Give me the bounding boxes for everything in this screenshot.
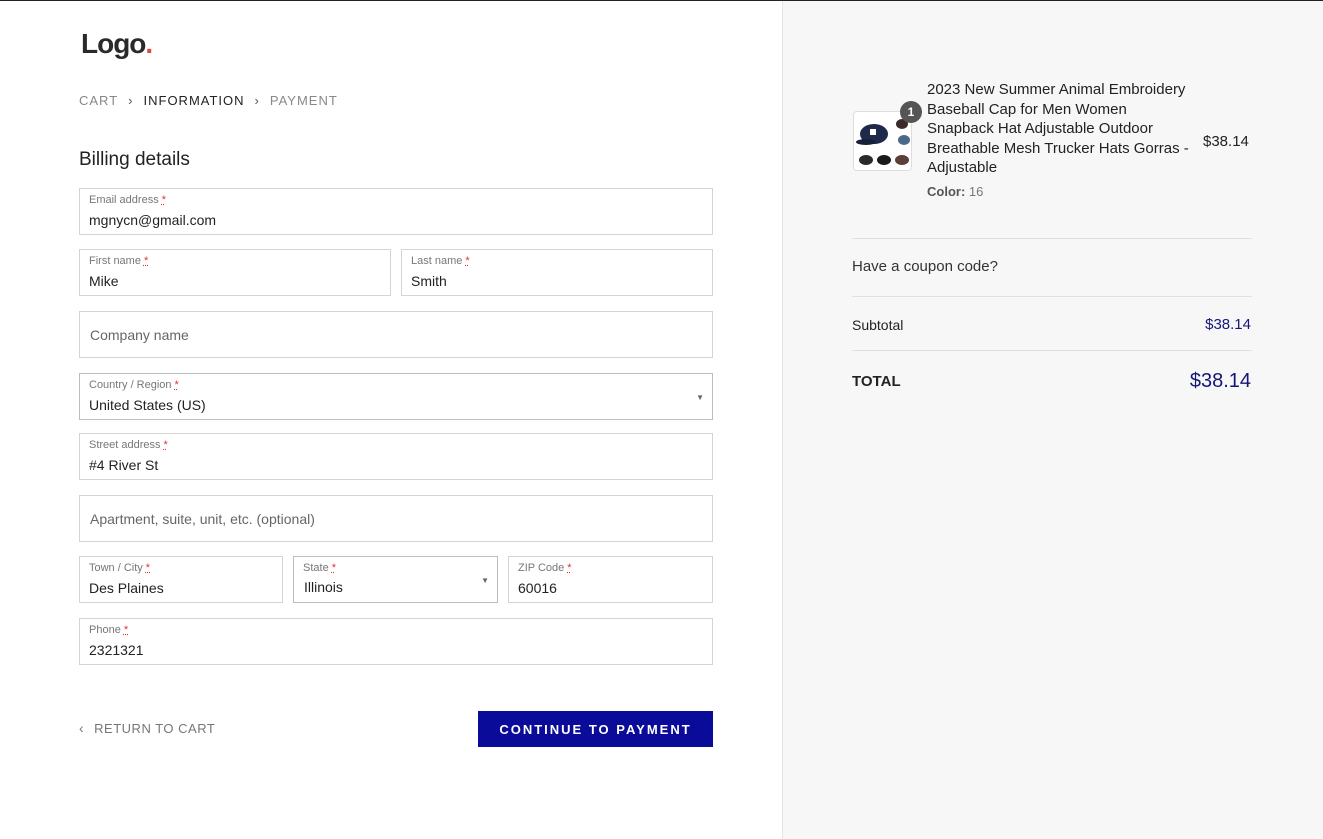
email-field[interactable]: Email address * mgnycn@gmail.com	[79, 188, 713, 235]
zip-code-label: ZIP Code *	[518, 562, 572, 574]
baseball-cap-image	[854, 112, 911, 170]
street-address-label: Street address *	[89, 439, 168, 451]
street-address-value[interactable]: #4 River St	[89, 457, 158, 473]
total-value: $38.14	[1189, 370, 1251, 392]
continue-to-payment-button[interactable]: CONTINUE TO PAYMENT	[478, 711, 713, 747]
phone-value[interactable]: 2321321	[89, 642, 144, 658]
first-name-field[interactable]: First name * Mike	[79, 249, 391, 296]
zip-code-value[interactable]: 60016	[518, 580, 557, 596]
product-color-value: 16	[968, 184, 984, 199]
city-value[interactable]: Des Plaines	[89, 580, 164, 596]
chevron-right-icon: ›	[254, 93, 260, 108]
divider	[852, 296, 1252, 297]
email-value[interactable]: mgnycn@gmail.com	[89, 212, 216, 228]
logo-dot: .	[145, 28, 153, 59]
country-label: Country / Region *	[89, 379, 179, 391]
chevron-left-icon: ‹	[79, 720, 85, 736]
breadcrumb-payment: PAYMENT	[269, 93, 338, 108]
company-name-placeholder: Company name	[90, 327, 189, 343]
caret-down-icon: ▼	[696, 393, 704, 402]
chevron-right-icon: ›	[128, 93, 134, 108]
breadcrumb: CART › INFORMATION › PAYMENT	[79, 93, 338, 108]
state-label: State *	[303, 562, 336, 574]
checkout-form-column: Logo. CART › INFORMATION › PAYMENT Billi…	[0, 1, 782, 839]
company-name-field[interactable]: Company name	[79, 311, 713, 358]
first-name-value[interactable]: Mike	[89, 273, 119, 289]
logo-text: Logo	[81, 28, 146, 59]
billing-details-title: Billing details	[79, 149, 190, 170]
order-summary-column: 1 2023 New Summer Animal Embroidery Base…	[782, 1, 1323, 839]
return-to-cart-label: RETURN TO CART	[94, 720, 216, 736]
apartment-placeholder: Apartment, suite, unit, etc. (optional)	[90, 511, 315, 527]
caret-down-icon: ▼	[481, 576, 489, 585]
product-color: Color: 16	[927, 184, 983, 199]
zip-code-field[interactable]: ZIP Code * 60016	[508, 556, 713, 603]
last-name-field[interactable]: Last name * Smith	[401, 249, 713, 296]
subtotal-value: $38.14	[1205, 316, 1251, 333]
state-value: Illinois	[304, 579, 343, 595]
return-to-cart-link[interactable]: ‹ RETURN TO CART	[79, 720, 215, 736]
breadcrumb-cart[interactable]: CART	[79, 93, 118, 108]
coupon-code-link[interactable]: Have a coupon code?	[852, 258, 998, 275]
phone-field[interactable]: Phone * 2321321	[79, 618, 713, 665]
street-address-field[interactable]: Street address * #4 River St	[79, 433, 713, 480]
subtotal-label: Subtotal	[852, 317, 904, 333]
country-value: United States (US)	[89, 397, 206, 413]
product-color-label: Color:	[927, 184, 966, 199]
product-price: $38.14	[1203, 133, 1249, 150]
divider	[852, 238, 1252, 239]
product-name: 2023 New Summer Animal Embroidery Baseba…	[927, 81, 1189, 176]
first-name-label: First name *	[89, 255, 149, 267]
quantity-badge: 1	[900, 101, 922, 123]
logo[interactable]: Logo.	[81, 28, 153, 60]
last-name-label: Last name *	[411, 255, 470, 267]
breadcrumb-information: INFORMATION	[143, 93, 245, 108]
total-label: TOTAL	[852, 373, 901, 390]
country-select[interactable]: Country / Region * United States (US) ▼	[79, 373, 713, 420]
city-label: Town / City *	[89, 562, 151, 574]
email-label: Email address *	[89, 194, 166, 206]
divider	[852, 350, 1252, 351]
last-name-value[interactable]: Smith	[411, 273, 447, 289]
apartment-field[interactable]: Apartment, suite, unit, etc. (optional)	[79, 495, 713, 542]
phone-label: Phone *	[89, 624, 129, 636]
city-field[interactable]: Town / City * Des Plaines	[79, 556, 283, 603]
state-select[interactable]: State * Illinois ▼	[293, 556, 498, 603]
